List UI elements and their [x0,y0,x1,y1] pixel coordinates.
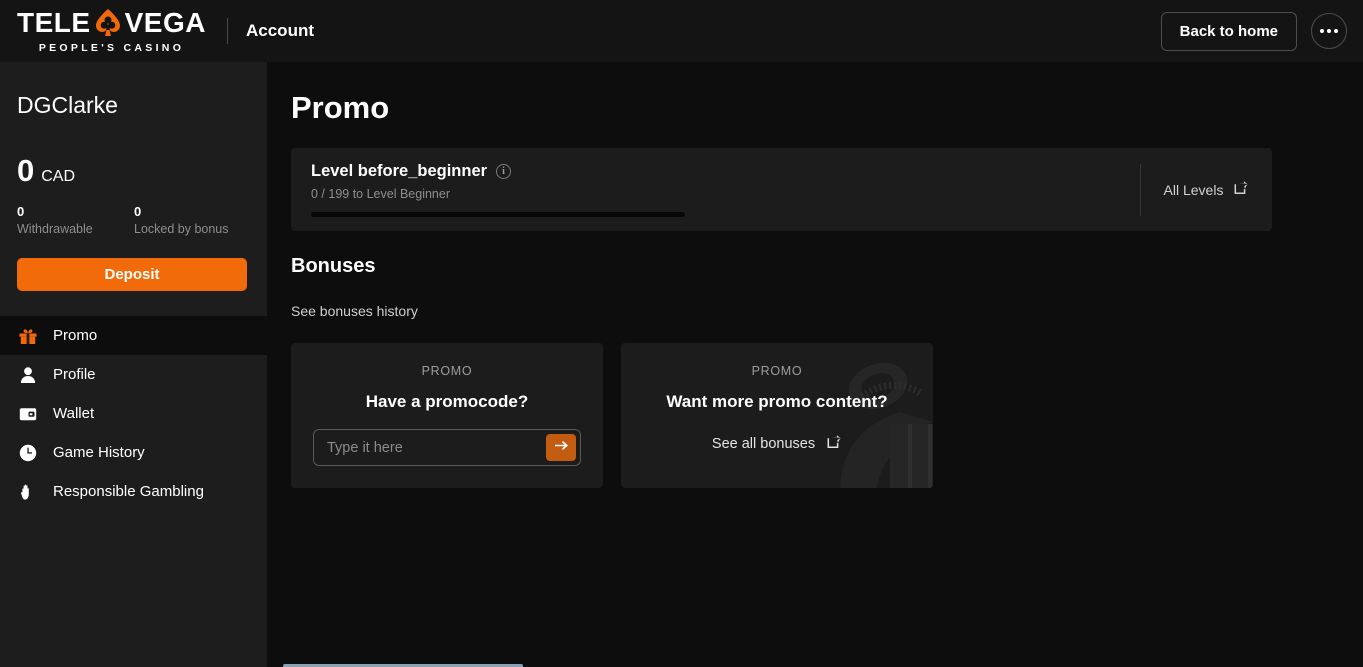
username-label: DGClarke [17,92,118,118]
sub-balances: 0 Withdrawable 0 Locked by bonus [0,186,267,236]
header-divider [227,18,228,44]
promo-cards-row: PROMO Have a promocode? Type it here PRO… [291,343,1363,488]
sidebar-item-label: Profile [53,366,96,383]
promocode-input[interactable] [314,439,546,456]
balance-amount: 0 [17,153,35,188]
card-kicker: PROMO [751,364,803,378]
info-icon[interactable]: i [496,164,512,179]
level-header: Level before_beginner i [311,162,1140,181]
sidebar-item-profile[interactable]: Profile [0,355,267,394]
deposit-button[interactable]: Deposit [17,258,247,291]
more-promo-card: PROMO Want more promo content? See all b… [621,343,933,488]
promocode-submit-button[interactable] [546,434,576,461]
withdrawable-value: 0 [17,204,25,219]
sidebar-item-game-history[interactable]: Game History [0,433,267,472]
logo-tagline: PEOPLE'S CASINO [38,41,185,54]
bonuses-history-link[interactable]: See bonuses history [291,303,1363,319]
hand-icon [17,481,39,503]
account-sidebar: DGClarke 0 CAD 0 Withdrawable 0 Locked b… [0,62,267,667]
page-title: Promo [291,90,390,125]
sidebar-item-label: Promo [53,327,98,344]
locked-label: Locked by bonus [134,222,229,236]
more-options-button[interactable] [1311,13,1347,49]
ellipsis-dot [1334,29,1338,33]
sidebar-item-label: Responsible Gambling [53,483,204,500]
sidebar-item-responsible-gambling[interactable]: Responsible Gambling [0,472,267,511]
external-link-icon [1234,180,1249,200]
sidebar-item-wallet[interactable]: Wallet [0,394,267,433]
page-section-title: Account [246,21,314,40]
spade-club-icon [94,8,122,38]
see-all-bonuses-label: See all bonuses [711,436,816,452]
ellipsis-dot [1327,29,1331,33]
arrow-right-icon [554,439,569,456]
card-kicker: PROMO [421,364,473,378]
gift-ribbon-art [800,344,933,488]
balance-display: 0 CAD [0,119,267,186]
logo-word-left: TELE [17,6,91,38]
clock-icon [17,442,39,464]
promocode-card: PROMO Have a promocode? [291,343,603,488]
top-header: TELE VEGA PEOPLE'S CASINO Account Back t… [0,0,1363,62]
gift-icon [17,325,39,347]
see-all-bonuses-link[interactable]: See all bonuses [712,434,842,454]
level-info: Level before_beginner i 0 / 199 to Level… [291,162,1140,217]
external-link-icon [827,434,842,454]
locked-value: 0 [134,204,142,219]
main-content: Promo Level before_beginner i 0 / 199 to… [267,62,1363,667]
withdrawable-label: Withdrawable [17,222,93,236]
level-progress-bar [311,212,685,217]
balance-currency: CAD [41,168,76,185]
card-title: Want more promo content? [666,392,888,411]
level-name: Level before_beginner [311,162,488,180]
wallet-icon [17,403,39,425]
header-actions: Back to home [1160,11,1347,51]
brand-logo[interactable]: TELE VEGA PEOPLE'S CASINO [14,6,209,54]
sidebar-item-promo[interactable]: Promo [0,316,267,355]
bonuses-heading: Bonuses [291,255,376,277]
withdrawable-balance: 0 Withdrawable [17,204,134,236]
all-levels-label: All Levels [1163,181,1224,198]
locked-balance: 0 Locked by bonus [134,204,251,236]
level-card: Level before_beginner i 0 / 199 to Level… [291,148,1272,231]
sidebar-item-label: Wallet [53,405,95,422]
level-progress-text: 0 / 199 to Level Beginner [311,187,450,201]
person-icon [17,364,39,386]
ellipsis-dot [1320,29,1324,33]
promocode-input-wrapper [313,429,581,466]
logo-word-right: VEGA [124,6,206,38]
sidebar-nav: Promo Profile Wallet Game History Respon… [0,316,267,511]
all-levels-link[interactable]: All Levels [1141,180,1272,200]
sidebar-item-label: Game History [53,444,145,461]
back-to-home-button[interactable]: Back to home [1160,11,1297,51]
logo-wordmark: TELE VEGA [17,6,206,38]
card-title: Have a promocode? [365,392,529,411]
